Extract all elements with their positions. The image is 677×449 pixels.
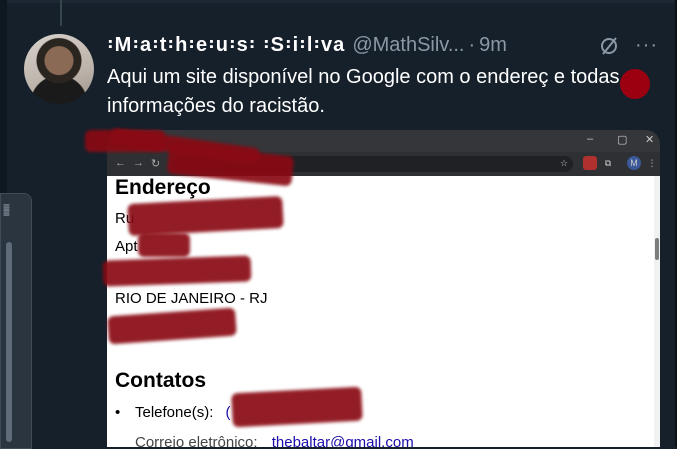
scrollbar-thumb[interactable] — [6, 242, 12, 442]
side-scroll-panel[interactable]: ≡ ≡ — [0, 193, 32, 449]
redaction-mark — [102, 255, 252, 287]
page-scrollbar — [654, 176, 660, 447]
contact-phone: • Telefone(s): ( — [115, 404, 231, 421]
display-name[interactable]: ꞉M꞉a꞉t꞉h꞉e꞉u꞉s꞉ ꞉S꞉i꞉l꞉va — [107, 34, 345, 57]
phone-link[interactable]: ( — [226, 404, 231, 421]
email-label: Correio eletrônico: — [135, 434, 258, 447]
contact-email: Correio eletrônico: thebaltar@gmail.com — [115, 434, 414, 447]
redaction-mark — [231, 386, 363, 428]
more-icon[interactable]: ··· — [635, 34, 661, 58]
back-icon: ← — [115, 157, 126, 169]
user-handle[interactable]: @MathSilv... — [352, 34, 464, 57]
email-link[interactable]: thebaltar@gmail.com — [272, 434, 414, 447]
address-heading: Endereço — [115, 176, 211, 199]
top-border — [0, 0, 677, 3]
reload-icon: ↻ — [151, 158, 161, 170]
extension-icon — [583, 156, 597, 170]
address-line: RIO DE JANEIRO - RJ — [115, 290, 268, 307]
phone-label: Telefone(s): — [135, 404, 214, 421]
tweet-text: Aqui um site disponível no Google com o … — [107, 66, 620, 117]
translate-icon[interactable] — [597, 34, 621, 58]
maximize-icon: ▢ — [617, 134, 628, 146]
tweet-header: ꞉M꞉a꞉t꞉h꞉e꞉u꞉s꞉ ꞉S꞉i꞉l꞉va @MathSilv... ·… — [107, 33, 507, 57]
redaction-mark — [138, 233, 190, 257]
menu-dots-icon: ⋮ — [647, 158, 657, 168]
tweet-media-image[interactable]: – ▢ ✕ ← → ↻ ☆ ⧉ M ⋮ Endereço Ru Apt RIO … — [107, 130, 660, 447]
close-icon: ✕ — [645, 134, 655, 146]
tweet-timestamp[interactable]: 9m — [479, 34, 507, 57]
forward-icon: → — [133, 157, 144, 169]
contacts-heading: Contatos — [115, 369, 206, 392]
time-separator: · — [468, 33, 476, 56]
thread-connector-line — [60, 0, 62, 26]
puzzle-icon: ⧉ — [604, 158, 612, 168]
star-icon: ☆ — [559, 158, 569, 168]
profile-icon: M — [627, 156, 641, 170]
address-line: Apt — [115, 238, 138, 255]
redaction-mark — [620, 69, 650, 99]
avatar[interactable] — [24, 34, 94, 104]
minimize-icon: – — [587, 133, 594, 145]
panel-lines-icon: ≡ ≡ — [3, 200, 11, 220]
